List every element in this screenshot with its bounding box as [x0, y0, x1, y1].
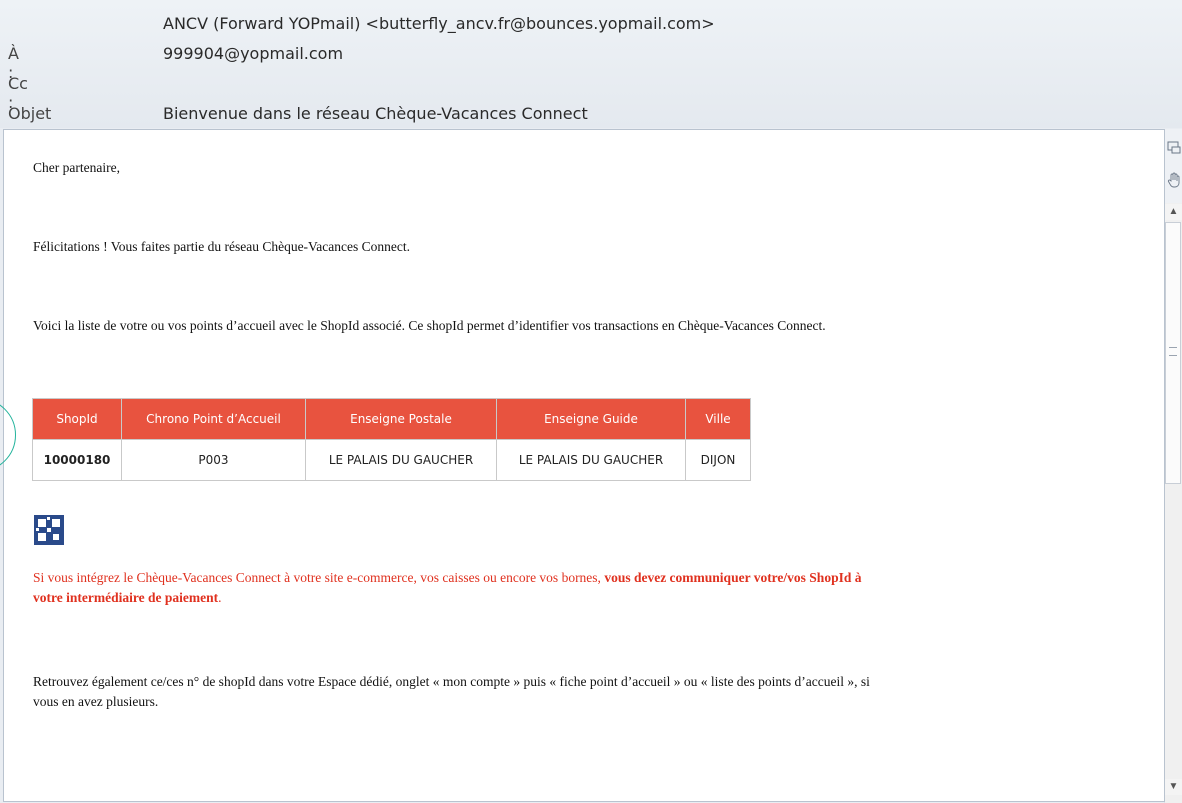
from-value[interactable]: ANCV (Forward YOPmail) <butterfly_ancv.f…: [163, 14, 715, 33]
scroll-up-arrow-icon[interactable]: ▲: [1165, 204, 1182, 220]
qr-code-icon: [32, 513, 66, 547]
notice-line-1: Si vous intégrez le Chèque-Vacances Conn…: [33, 570, 861, 586]
screen-icon[interactable]: [1166, 140, 1182, 156]
message-header: ANCV (Forward YOPmail) <butterfly_ancv.f…: [0, 0, 1182, 142]
col-enseigne-guide: Enseigne Guide: [496, 398, 686, 440]
notice-line-2: votre intermédiaire de paiement.: [33, 590, 221, 606]
subject-value: Bienvenue dans le réseau Chèque-Vacances…: [163, 104, 588, 123]
notice-bold-1: vous devez communiquer votre/vos ShopId …: [604, 570, 862, 585]
congrats-text: Félicitations ! Vous faites partie du ré…: [33, 239, 411, 254]
col-ville: Ville: [685, 398, 751, 440]
table-header-row: ShopId Chrono Point d’Accueil Enseigne P…: [32, 398, 751, 440]
col-chrono: Chrono Point d’Accueil: [121, 398, 306, 440]
footer-line-2: vous en avez plusieurs.: [33, 694, 159, 709]
table-row: 10000180 P003 LE PALAIS DU GAUCHER LE PA…: [32, 439, 751, 481]
col-enseigne-postale: Enseigne Postale: [305, 398, 497, 440]
shops-table: ShopId Chrono Point d’Accueil Enseigne P…: [32, 398, 751, 481]
cell-chrono: P003: [121, 439, 306, 481]
footer-line-1: Retrouvez également ce/ces n° de shopId …: [33, 674, 870, 689]
notice-end: .: [218, 590, 222, 605]
greeting-text: Cher partenaire,: [33, 160, 120, 175]
notice-normal: Si vous intégrez le Chèque-Vacances Conn…: [33, 570, 605, 585]
scroll-down-arrow-icon[interactable]: ▼: [1165, 779, 1182, 795]
to-value[interactable]: 999904@yopmail.com: [163, 44, 343, 63]
cell-enseigne-postale: LE PALAIS DU GAUCHER: [305, 439, 497, 481]
list-intro-text: Voici la liste de votre ou vos points d’…: [33, 318, 826, 333]
notice-bold-2: votre intermédiaire de paiement: [33, 590, 219, 605]
scrollbar-thumb[interactable]: [1165, 222, 1181, 484]
cell-ville: DIJON: [685, 439, 751, 481]
grip-icon: [1169, 347, 1177, 356]
cell-shopid: 10000180: [32, 439, 122, 481]
cell-enseigne-guide: LE PALAIS DU GAUCHER: [496, 439, 686, 481]
col-shopid: ShopId: [32, 398, 122, 440]
hand-icon[interactable]: [1166, 172, 1182, 188]
